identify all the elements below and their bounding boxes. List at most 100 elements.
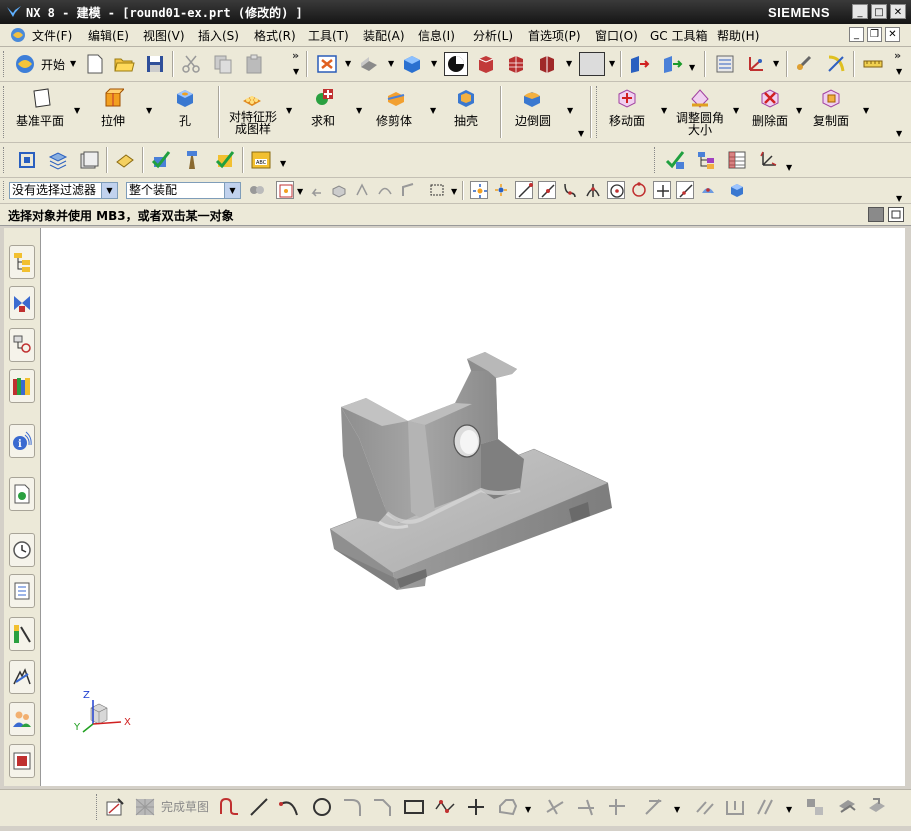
orient-view-icon[interactable] xyxy=(628,53,650,75)
profile-icon[interactable] xyxy=(218,796,240,818)
fit-view-icon[interactable] xyxy=(316,53,338,75)
red-cube-section-icon[interactable] xyxy=(536,53,558,75)
menu-information[interactable]: 信息(I) xyxy=(418,27,455,44)
stack-sheets-icon[interactable] xyxy=(78,149,100,171)
rectangle-icon[interactable] xyxy=(403,796,425,818)
chamfer-icon[interactable] xyxy=(371,796,393,818)
edge-blend-button[interactable]: 边倒圆 xyxy=(515,112,551,129)
doc-minimize-button[interactable]: _ xyxy=(849,27,864,42)
select-feature-icon[interactable] xyxy=(353,181,371,199)
update-model-icon[interactable] xyxy=(866,796,888,818)
save-icon[interactable] xyxy=(144,53,166,75)
offset-curve-icon[interactable] xyxy=(497,796,519,818)
maximize-view-icon[interactable] xyxy=(888,207,904,222)
cut-icon[interactable] xyxy=(180,53,202,75)
close-button[interactable]: ✕ xyxy=(890,4,906,19)
quick-trim-icon[interactable] xyxy=(544,796,566,818)
hammer-icon[interactable] xyxy=(181,149,203,171)
web-browser-tab[interactable] xyxy=(9,477,35,511)
snap-midpoint-icon[interactable] xyxy=(538,181,556,199)
snap-arc-center-icon[interactable] xyxy=(607,181,625,199)
cube-select-icon[interactable] xyxy=(728,181,746,199)
constraint-check-icon[interactable] xyxy=(150,149,172,171)
manufacturing-wizard-tab[interactable] xyxy=(9,617,35,651)
background-color-icon[interactable] xyxy=(579,52,605,76)
snap-point-on-face-icon[interactable] xyxy=(699,181,717,199)
axis-triad-icon[interactable] xyxy=(757,149,779,171)
menu-help[interactable]: 帮助(H) xyxy=(717,27,759,44)
nx-menu-icon[interactable] xyxy=(10,27,26,43)
red-cube-icon[interactable] xyxy=(475,53,497,75)
menu-gc-toolkit[interactable]: GC 工具箱 xyxy=(650,27,708,44)
copy-icon[interactable] xyxy=(212,53,234,75)
extrude-icon[interactable] xyxy=(102,87,124,109)
make-corner-icon[interactable] xyxy=(606,796,628,818)
part-model[interactable] xyxy=(41,228,905,786)
pattern-feature-icon[interactable] xyxy=(241,87,263,109)
history-tab[interactable] xyxy=(9,533,35,567)
sketch-icon[interactable] xyxy=(104,796,126,818)
measure-distance-icon[interactable] xyxy=(794,53,816,75)
hd3d-tools-tab[interactable]: i xyxy=(9,424,35,458)
snap-endpoint-icon[interactable] xyxy=(515,181,533,199)
approve-icon[interactable] xyxy=(214,149,236,171)
maximize-button[interactable]: □ xyxy=(871,4,887,19)
delete-face-icon[interactable] xyxy=(759,87,781,109)
spreadsheet-icon[interactable] xyxy=(726,149,748,171)
edge-blend-icon[interactable] xyxy=(521,87,543,109)
chevron-down-icon[interactable]: ▼ xyxy=(70,59,76,68)
check-mate-icon[interactable] xyxy=(664,149,686,171)
auto-constrain-icon[interactable] xyxy=(755,796,777,818)
select-body-icon[interactable] xyxy=(330,181,348,199)
replace-view-icon[interactable] xyxy=(661,53,683,75)
select-curve-icon[interactable] xyxy=(376,181,394,199)
shell-icon[interactable] xyxy=(455,87,477,109)
pattern-feature-button[interactable]: 对特征形成图样 xyxy=(226,111,280,135)
finish-sketch-button[interactable]: 完成草图 xyxy=(161,798,209,815)
undo-arrow-icon[interactable] xyxy=(307,181,325,199)
reuse-library-tab[interactable] xyxy=(9,369,35,403)
trim-body-icon[interactable] xyxy=(385,87,407,109)
menu-preferences[interactable]: 首选项(P) xyxy=(528,27,581,44)
snap-intersection-icon[interactable] xyxy=(584,181,602,199)
part-navigator-tab[interactable] xyxy=(9,328,35,362)
shaded-view-icon[interactable] xyxy=(401,53,423,75)
general-selection-icon[interactable] xyxy=(248,181,266,199)
arc-icon[interactable] xyxy=(278,796,300,818)
menu-window[interactable]: 窗口(O) xyxy=(595,27,638,44)
wcs-icon[interactable] xyxy=(745,53,767,75)
render-style-icon[interactable] xyxy=(358,53,380,75)
abc-table-icon[interactable]: ABC xyxy=(250,149,272,171)
resize-blend-button[interactable]: 调整圆角大小 xyxy=(674,112,726,136)
fillet-icon[interactable] xyxy=(341,796,363,818)
parallel-constraint-icon[interactable] xyxy=(694,796,716,818)
trim-body-button[interactable]: 修剪体 xyxy=(376,112,412,129)
resize-blend-icon[interactable] xyxy=(689,87,711,109)
menu-view[interactable]: 视图(V) xyxy=(143,27,185,44)
doc-restore-button[interactable]: ❐ xyxy=(867,27,882,42)
unite-icon[interactable] xyxy=(313,87,335,109)
snap-existing-point-icon[interactable] xyxy=(653,181,671,199)
minimize-button[interactable]: _ xyxy=(852,4,868,19)
finish-sketch-icon[interactable] xyxy=(134,796,156,818)
reattach-icon[interactable] xyxy=(836,796,858,818)
move-face-button[interactable]: 移动面 xyxy=(609,112,645,129)
toolbar-grip[interactable] xyxy=(3,51,7,77)
paste-icon[interactable] xyxy=(243,53,265,75)
menu-assemblies[interactable]: 装配(A) xyxy=(363,27,405,44)
ruler-icon[interactable] xyxy=(862,53,884,75)
system-scenes-tab[interactable] xyxy=(9,702,35,736)
datum-plane-icon[interactable] xyxy=(31,87,53,109)
eraser-icon[interactable] xyxy=(114,149,136,171)
open-folder-icon[interactable] xyxy=(113,53,135,75)
copy-face-button[interactable]: 复制面 xyxy=(813,112,849,129)
snap-all-icon[interactable] xyxy=(470,181,488,199)
red-cube-grid-icon[interactable] xyxy=(505,53,527,75)
roles-tab[interactable] xyxy=(9,660,35,694)
shell-button[interactable]: 抽壳 xyxy=(454,112,478,129)
sketch-settings-icon[interactable] xyxy=(804,796,826,818)
constraint-navigator-tab[interactable] xyxy=(9,286,35,320)
chevron-down-icon[interactable]: ▼ xyxy=(224,183,240,198)
layer-settings-icon[interactable] xyxy=(714,53,736,75)
section-view-icon[interactable] xyxy=(444,52,468,76)
